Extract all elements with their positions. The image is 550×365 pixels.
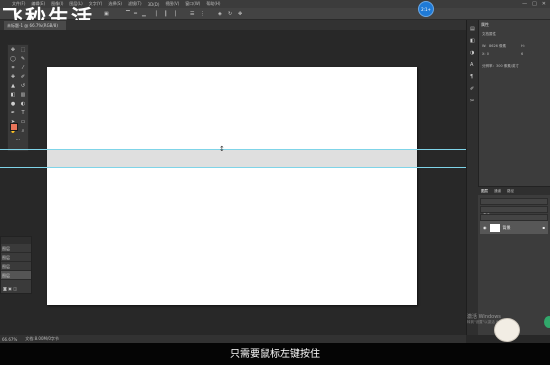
align-top-icon[interactable]: ▔ [126, 11, 130, 17]
layers-tabs: 图层 通道 路径 [478, 187, 550, 195]
mini-panel-header [1, 237, 31, 244]
tab-paths[interactable]: 路径 [507, 189, 514, 193]
foreground-color-swatch[interactable] [10, 123, 18, 131]
layer-thumbnail [489, 223, 500, 232]
blur-icon[interactable]: ● [10, 101, 16, 107]
properties-panel-icon[interactable]: ◧ [470, 38, 475, 44]
align-center-icon[interactable]: ║ [164, 11, 167, 17]
status-bar: 66.67% 文档:8.00M/0字节 [0, 335, 466, 343]
properties-kind: 文档属性 [482, 32, 496, 36]
mini-panel-footer-icons[interactable]: ◙ ▣ ◫ [3, 286, 17, 291]
history-panel-icon[interactable]: ▤ [470, 26, 475, 32]
crop-icon[interactable]: ⌗ [10, 65, 16, 71]
lasso-icon[interactable]: ◯ [10, 56, 16, 62]
document-tab-bar: 未标题-1 @ 66.7%(RGB/8) [0, 20, 466, 30]
quick-select-icon[interactable]: ✎ [20, 56, 26, 62]
auto-select-icon[interactable]: ▣ [104, 11, 109, 17]
minimize-button[interactable]: — [522, 1, 527, 7]
document-canvas[interactable] [47, 67, 417, 305]
distribute-icon[interactable]: ☰ [190, 11, 194, 17]
dodge-icon[interactable]: ◐ [20, 101, 26, 107]
3d-rotate-icon[interactable]: ↻ [228, 11, 232, 17]
character-panel-icon[interactable]: A [470, 62, 473, 68]
document-tab[interactable]: 未标题-1 @ 66.7%(RGB/8) [4, 21, 66, 30]
activate-windows-text: 激活 Windows [467, 314, 501, 320]
visibility-eye-icon[interactable]: ◉ [483, 225, 487, 230]
healing-icon[interactable]: ✚ [10, 74, 16, 80]
highlight-strip [0, 149, 466, 168]
menu-filter[interactable]: 滤镜(T) [128, 1, 142, 7]
maximize-button[interactable]: □ [532, 1, 537, 7]
close-button[interactable]: ✕ [542, 1, 546, 7]
tab-layers[interactable]: 图层 [481, 189, 488, 193]
marquee-icon[interactable]: ⬚ [20, 47, 26, 53]
height-label: H: [521, 44, 525, 48]
brush-panel-icon[interactable]: ✐ [470, 86, 474, 92]
panel-icon-strip: ▤ ◧ ◑ A ¶ ✐ ✂ [466, 20, 478, 335]
menu-view[interactable]: 视图(V) [165, 1, 179, 7]
3d-pan-icon[interactable]: ✥ [238, 11, 242, 17]
guide-line-top[interactable] [0, 149, 466, 150]
user-badge[interactable]: 2:1+ [418, 1, 434, 17]
gradient-icon[interactable]: ▥ [20, 92, 26, 98]
menu-window[interactable]: 窗口(W) [185, 1, 200, 7]
toolbox: ✥ ⬚ ◯ ✎ ⌗ ⁄ ✚ ✐ ▲ ↺ ◧ ▥ ● ◐ ✒ T ➤ ▭ ✋ ⌕ … [7, 44, 29, 152]
distribute-h-icon[interactable]: ⋮ [200, 11, 205, 17]
mini-panel-row[interactable]: 图层 [1, 262, 31, 271]
eraser-icon[interactable]: ◧ [10, 92, 16, 98]
clone-source-icon[interactable]: ✂ [470, 98, 474, 104]
zoom-icon[interactable]: ⌕ [20, 128, 26, 134]
3d-mode-icon[interactable]: ◈ [218, 11, 222, 17]
menu-select[interactable]: 选择(S) [108, 1, 122, 7]
guide-line-bottom[interactable] [0, 167, 466, 168]
blend-mode-row[interactable]: 正常 不透明度 [480, 206, 548, 223]
properties-tab[interactable]: 属性 [481, 22, 489, 28]
layer-name: 背景 [502, 224, 511, 230]
xy-label: X: 0 [482, 52, 489, 56]
edit-toolbar-icon[interactable]: ⋯ [15, 137, 21, 143]
document-info[interactable]: 文档:8.00M/0字节 [25, 336, 59, 342]
video-subtitle: 只需要鼠标左键按住 [230, 349, 320, 360]
menu-3d[interactable]: 3D(D) [148, 2, 160, 7]
photoshop-window: { "watermark": "飞秒生活", "menu": ["文件(F)",… [0, 0, 550, 365]
pen-icon[interactable]: ✒ [10, 110, 16, 116]
align-bottom-icon[interactable]: ▁ [142, 11, 146, 17]
move-icon[interactable]: ✥ [10, 47, 16, 53]
resolution-text: 分辨率：300 像素/英寸 [482, 64, 519, 68]
floating-action-button[interactable] [544, 316, 550, 328]
lock-icon: ▪ [542, 225, 545, 230]
type-icon[interactable]: T [20, 110, 26, 116]
history-brush-icon[interactable]: ↺ [20, 83, 26, 89]
width-value[interactable]: 8626 像素 [489, 44, 506, 49]
align-right-icon[interactable]: ▕ [172, 11, 176, 17]
lock-row[interactable]: 锁定: 填充 [480, 214, 548, 231]
zoom-level[interactable]: 66.67% [2, 337, 17, 342]
layer-filter-row[interactable]: 类型 [480, 198, 548, 215]
stamp-icon[interactable]: ▲ [10, 83, 16, 89]
window-controls: — □ ✕ [522, 1, 546, 7]
mini-panel-row[interactable]: 图层 [1, 244, 31, 253]
layer-row-background[interactable]: ◉ 背景 ▪ [480, 221, 548, 234]
mascot-avatar [494, 318, 520, 342]
tab-channels[interactable]: 通道 [494, 189, 501, 193]
eyedropper-icon[interactable]: ⁄ [20, 65, 26, 71]
mini-panel-row[interactable]: 图层 [1, 253, 31, 262]
properties-panel: 属性 文档属性 W: 8626 像素 X: 0 H: 6 分辨率：300 像素/… [478, 20, 550, 186]
adjustments-panel-icon[interactable]: ◑ [470, 50, 474, 56]
mouse-cursor-icon: ↕ [219, 145, 225, 153]
brush-icon[interactable]: ✐ [20, 74, 26, 80]
menu-help[interactable]: 帮助(H) [206, 1, 220, 7]
width-label: W: [482, 44, 487, 48]
shape-icon[interactable]: ▭ [20, 119, 26, 125]
align-middle-icon[interactable]: ═ [134, 11, 137, 17]
mini-layers-panel: 图层 图层 图层 图层 ◙ ▣ ◫ [0, 236, 32, 294]
paragraph-panel-icon[interactable]: ¶ [470, 74, 473, 80]
height-value[interactable]: 6 [521, 52, 523, 56]
align-left-icon[interactable]: ▏ [156, 11, 160, 17]
mini-panel-row-selected[interactable]: 图层 [1, 271, 31, 280]
